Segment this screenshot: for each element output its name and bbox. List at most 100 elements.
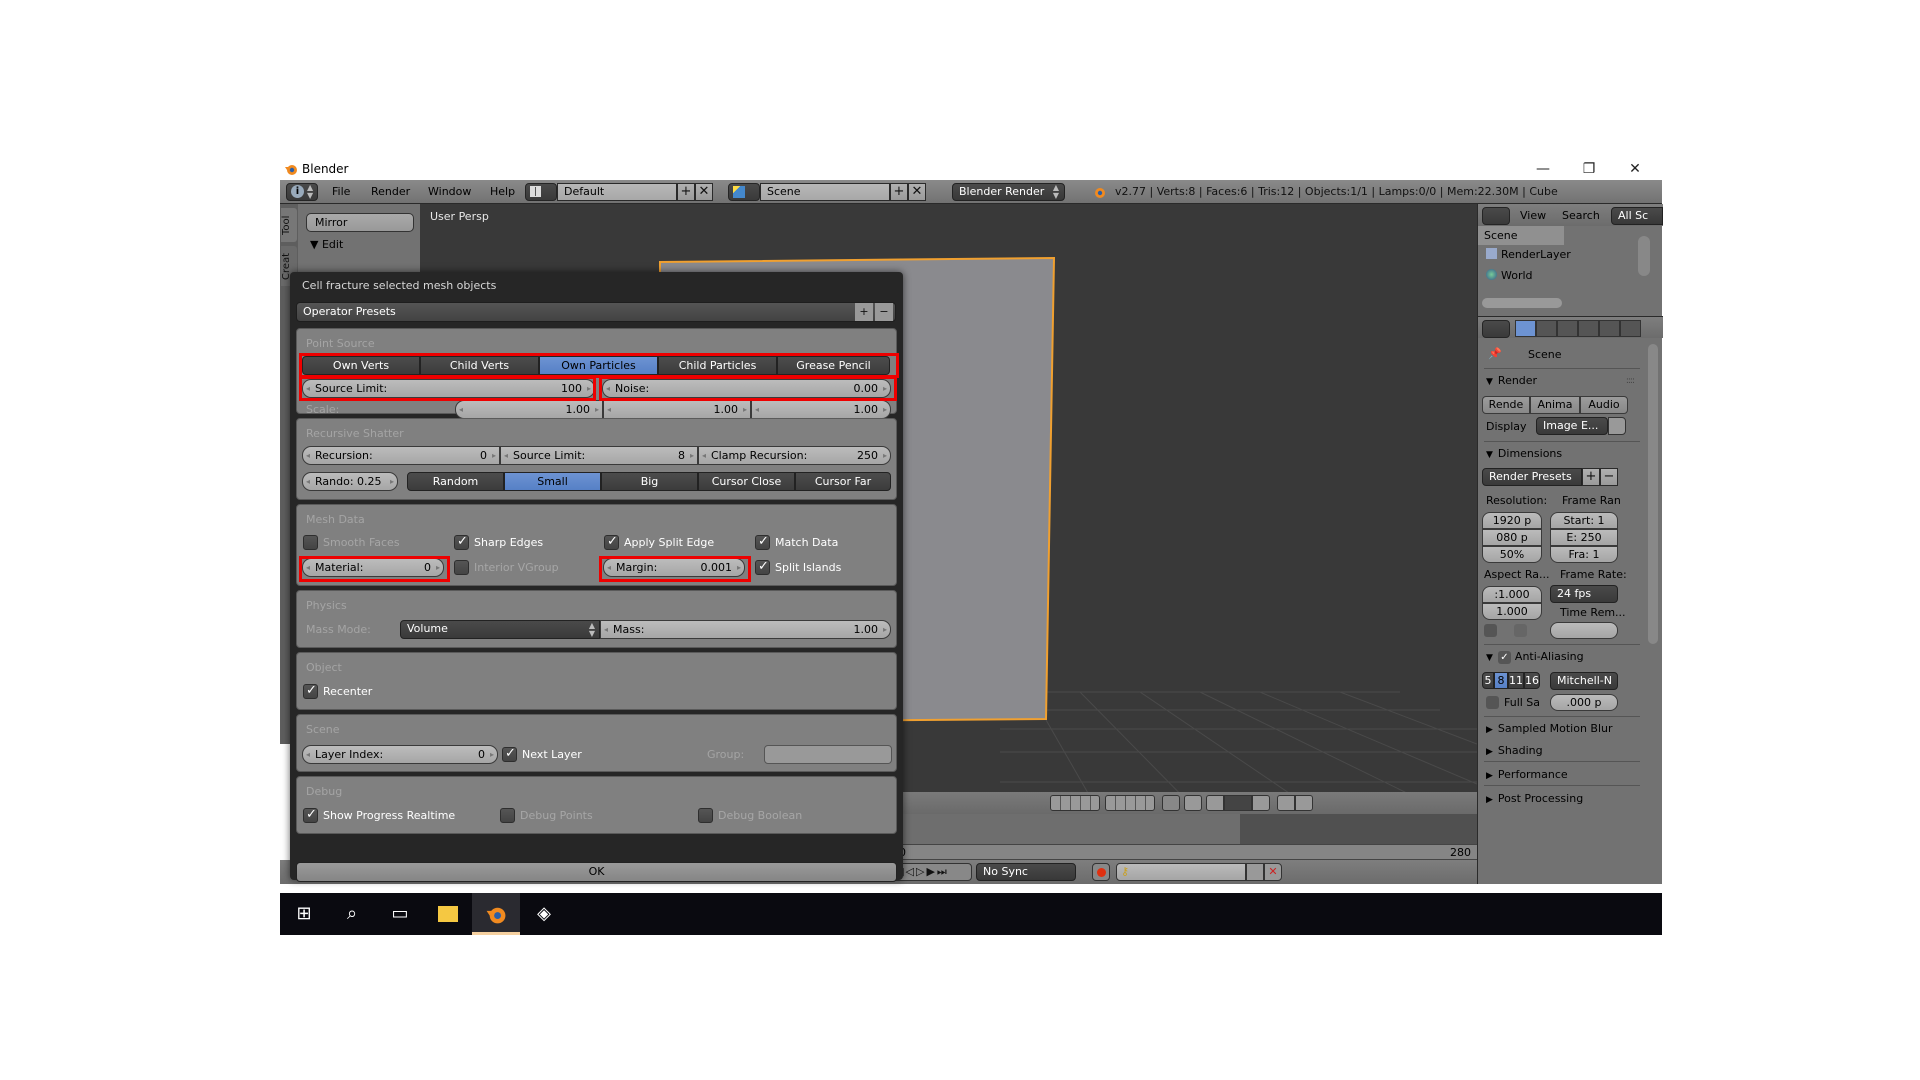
aa-samples-11[interactable]: 11 [1508,672,1524,689]
dimensions-section-header[interactable]: ▼ Dimensions [1486,447,1562,460]
noise-field[interactable]: ◂ Noise: 0.00 ▸ [602,379,891,398]
big-option[interactable]: Big [601,472,698,491]
own-particles-option[interactable]: Own Particles [539,356,658,375]
tab-tool[interactable]: Tool [281,208,297,242]
menu-window[interactable]: Window [428,185,471,198]
close-button[interactable]: ✕ [1612,158,1658,180]
own-verts-option[interactable]: Own Verts [302,356,420,375]
frame-step-field[interactable]: Fra: 1 [1550,546,1618,563]
proportional-edit-icon[interactable] [1184,795,1202,811]
add-scene-button[interactable]: + [890,183,908,201]
resolution-percent-slider[interactable]: 50% [1482,546,1542,563]
small-option[interactable]: Small [504,472,601,491]
ok-button[interactable]: OK [296,862,897,882]
constraints-context-icon[interactable] [1620,320,1641,337]
object-context-icon[interactable] [1599,320,1620,337]
properties-editor-type-button[interactable] [1482,320,1510,338]
child-particles-option[interactable]: Child Particles [658,356,777,375]
child-verts-option[interactable]: Child Verts [420,356,539,375]
world-context-icon[interactable] [1578,320,1599,337]
lock-interface-icon[interactable] [1608,417,1626,435]
add-layout-button[interactable]: + [677,183,695,201]
mass-mode-dropdown[interactable]: Volume ▲ ▼ [400,620,600,639]
shading-section-header[interactable]: ▶ Shading [1486,744,1543,757]
blender-taskbar-button[interactable] [472,893,520,935]
rando-field[interactable]: ◂ Rando: 0.25 ▸ [302,472,398,491]
drag-handle-icon[interactable]: :::: [1626,376,1635,386]
debug-boolean-checkbox[interactable]: Debug Boolean [698,808,802,824]
frame-rate-dropdown[interactable]: 24 fps [1550,585,1618,603]
aa-samples-16[interactable]: 16 [1524,672,1540,689]
renderlayer-context-icon[interactable] [1536,320,1557,337]
layer-buttons-1[interactable] [1050,795,1100,811]
layer-buttons-2[interactable] [1105,795,1155,811]
remove-layout-button[interactable]: ✕ [695,183,713,201]
margin-field[interactable]: ◂ Margin: 0.001 ▸ [603,558,745,577]
debug-points-checkbox[interactable]: Debug Points [500,808,593,824]
resolution-y-field[interactable]: 080 p [1482,529,1542,546]
menu-render[interactable]: Render [371,185,410,198]
anti-aliasing-checkbox[interactable]: ✓ [1497,651,1511,664]
aa-filter-dropdown[interactable]: Mitchell-N [1550,672,1618,690]
match-data-checkbox[interactable]: Match Data [755,534,838,551]
minimize-button[interactable]: — [1520,158,1566,180]
render-context-icon[interactable] [1515,320,1536,337]
border-checkbox[interactable] [1484,624,1497,637]
screen-layout-button[interactable] [525,183,557,201]
snap-magnet-icon[interactable] [1206,795,1224,811]
show-progress-checkbox[interactable]: Show Progress Realtime [303,807,455,824]
render-button[interactable]: Rende [1482,396,1530,414]
next-layer-checkbox[interactable]: Next Layer [502,746,582,763]
start-button[interactable]: ⊞ [280,893,328,935]
render-engine-dropdown[interactable]: Blender Render ▲ ▼ [952,183,1065,201]
post-processing-section-header[interactable]: ▶ Post Processing [1486,792,1583,805]
motion-blur-section-header[interactable]: ▶ Sampled Motion Blur [1486,722,1613,735]
snap-target-icon[interactable] [1252,795,1270,811]
remove-preset-icon[interactable]: − [875,303,893,321]
record-button[interactable] [1092,863,1110,881]
resolution-x-field[interactable]: 1920 p [1482,512,1542,529]
operator-presets-dropdown[interactable]: Operator Presets + − [296,302,896,322]
outliner-menu-view[interactable]: View [1520,209,1546,222]
scale-z-field[interactable]: ◂ 1.00 ▸ [751,400,891,419]
search-button[interactable]: ⌕ [328,893,376,935]
anti-aliasing-section-header[interactable]: ▼ ✓ Anti-Aliasing [1486,650,1584,664]
sync-mode-dropdown[interactable]: No Sync [976,863,1076,881]
performance-section-header[interactable]: ▶ Performance [1486,768,1568,781]
editor-type-info-button[interactable]: i ▲ ▼ [286,183,318,201]
file-explorer-button[interactable] [424,893,472,935]
outliner-filter-dropdown[interactable]: All Sc [1611,207,1663,225]
filter-size-field[interactable]: .000 p [1550,694,1618,711]
cursor-close-option[interactable]: Cursor Close [698,472,795,491]
full-sample-checkbox[interactable] [1486,696,1499,709]
remove-preset-button[interactable]: − [1600,468,1618,486]
outliner-scrollbar[interactable] [1638,236,1650,276]
group-field[interactable] [764,745,892,764]
material-field[interactable]: ◂ Material: 0 ▸ [302,558,444,577]
aspect-y-field[interactable]: 1.000 [1482,603,1542,620]
render-still-icon[interactable] [1277,795,1295,811]
render-animation-icon[interactable] [1295,795,1313,811]
layer-index-field[interactable]: ◂ Layer Index: 0 ▸ [302,745,498,764]
pin-icon[interactable]: 📌 [1488,347,1502,360]
crop-checkbox[interactable] [1514,624,1527,637]
snap-element-dropdown[interactable] [1224,795,1252,811]
edit-section-header[interactable]: ▼ Edit [310,238,343,251]
frame-end-field[interactable]: E: 250 [1550,529,1618,546]
animation-button[interactable]: Anima [1530,396,1580,414]
apply-split-edge-checkbox[interactable]: Apply Split Edge [604,534,714,551]
random-option[interactable]: Random [407,472,504,491]
properties-scrollbar[interactable] [1648,344,1658,644]
recursive-source-limit-field[interactable]: ◂ Source Limit: 8 ▸ [500,446,698,465]
time-remap-field[interactable] [1550,622,1618,639]
sharp-edges-checkbox[interactable]: Sharp Edges [454,534,543,551]
add-preset-button[interactable]: + [1582,468,1600,486]
interior-vgroup-checkbox[interactable]: Interior VGroup [454,560,559,576]
remove-scene-button[interactable]: ✕ [908,183,926,201]
outliner-editor-type-button[interactable] [1482,207,1510,225]
mass-field[interactable]: ◂ Mass: 1.00 ▸ [600,620,891,639]
add-preset-icon[interactable]: + [855,303,873,321]
audio-button[interactable]: Audio [1580,396,1628,414]
unity-taskbar-button[interactable]: ◈ [520,893,568,935]
source-limit-field[interactable]: ◂ Source Limit: 100 ▸ [302,379,595,398]
